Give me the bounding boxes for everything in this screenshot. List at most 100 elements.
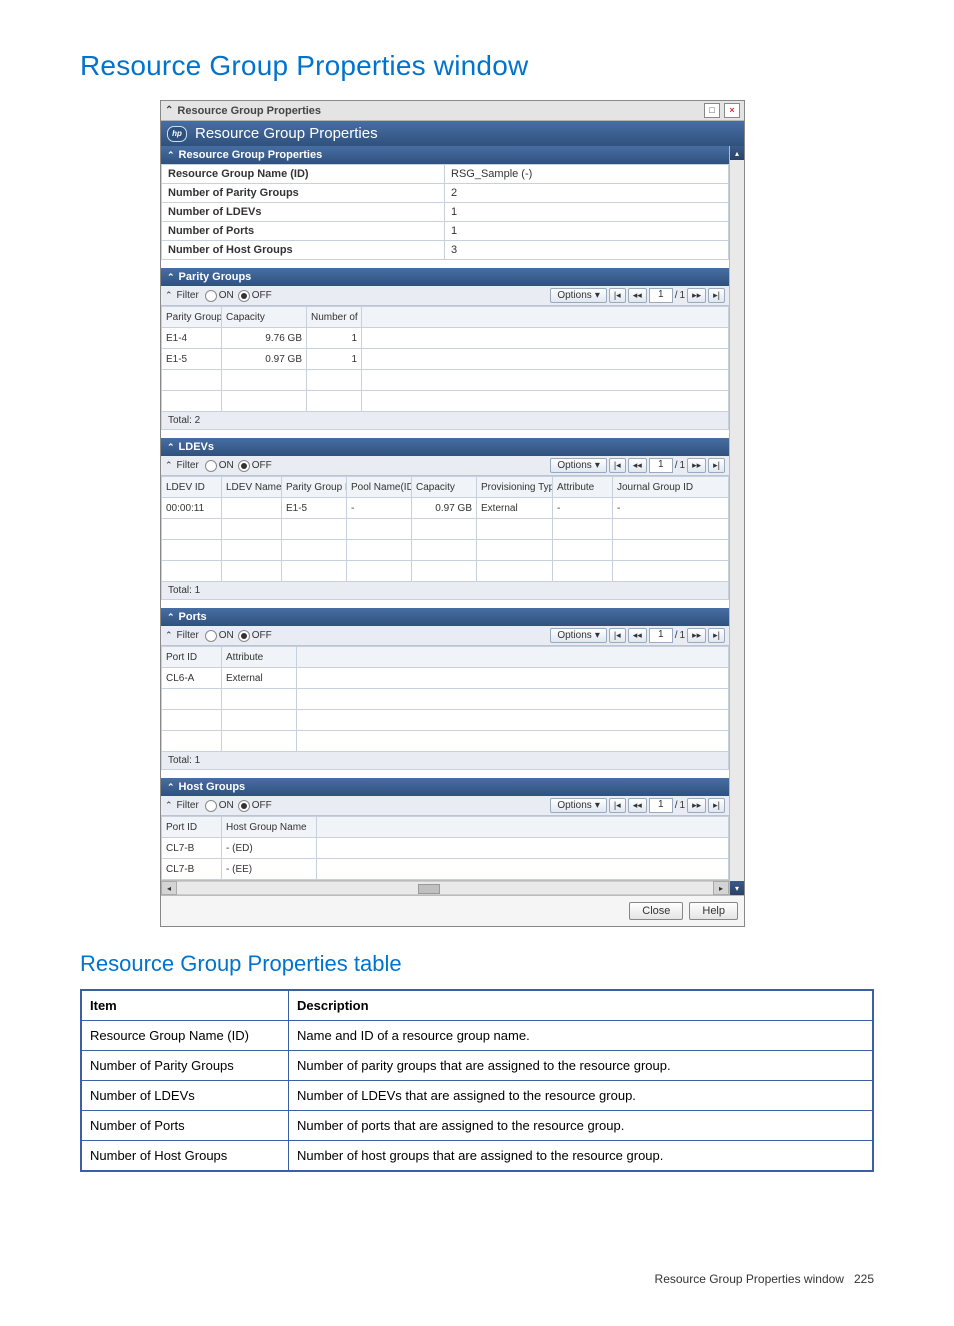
page-first-button[interactable]: |◂	[609, 288, 626, 303]
close-button[interactable]: Close	[629, 902, 683, 920]
filter-off-radio[interactable]: OFF	[238, 800, 272, 812]
page-first-button[interactable]: |◂	[609, 798, 626, 813]
col-header[interactable]: Port ID	[162, 817, 222, 838]
table-row[interactable]: 00:00:11E1-5-0.97 GBExternal--	[162, 498, 729, 519]
panel-title: Resource Group Properties	[195, 125, 378, 142]
filter-on-radio[interactable]: ON	[205, 630, 234, 642]
col-header[interactable]: Port ID	[162, 647, 222, 668]
filter-off-radio[interactable]: OFF	[238, 630, 272, 642]
page-next-button[interactable]: ▸▸	[687, 628, 706, 643]
table-row[interactable]: CL6-AExternal	[162, 668, 729, 689]
scroll-right-icon[interactable]: ▸	[713, 881, 729, 895]
collapse-icon[interactable]: ⌃	[165, 800, 173, 811]
page-prev-button[interactable]: ◂◂	[628, 798, 647, 813]
parity-groups-table: Parity Group IDCapacityNumber of LDEVs E…	[161, 306, 729, 412]
page-last-button[interactable]: ▸|	[708, 628, 725, 643]
table-row[interactable]: E1-49.76 GB1	[162, 328, 729, 349]
table-row[interactable]: CL7-B- (ED)	[162, 838, 729, 859]
filter-off-radio[interactable]: OFF	[238, 460, 272, 472]
radio-label: ON	[219, 460, 234, 471]
collapse-icon[interactable]: ⌃	[165, 630, 173, 641]
col-header[interactable]: Provisioning Type	[477, 477, 553, 498]
page-first-button[interactable]: |◂	[609, 628, 626, 643]
cell: Number of Host Groups	[81, 1141, 289, 1172]
cell: 0.97 GB	[222, 349, 307, 370]
collapse-icon[interactable]: ⌃	[165, 290, 173, 301]
horizontal-scrollbar[interactable]: ◂ ▸	[161, 880, 729, 895]
page-next-button[interactable]: ▸▸	[687, 288, 706, 303]
scroll-down-icon[interactable]: ▾	[730, 881, 744, 895]
section-header-ports[interactable]: ⌃Ports	[161, 608, 729, 626]
page-last-button[interactable]: ▸|	[708, 458, 725, 473]
collapse-icon[interactable]: ⌃	[165, 460, 173, 471]
page-sep: /	[675, 290, 678, 301]
page-current-input[interactable]: 1	[649, 288, 673, 303]
cell: Number of LDEVs	[81, 1081, 289, 1111]
collapse-icon[interactable]: ⌃	[165, 105, 173, 116]
scroll-up-icon[interactable]: ▴	[730, 146, 744, 160]
page-last-button[interactable]: ▸|	[708, 288, 725, 303]
page-next-button[interactable]: ▸▸	[687, 798, 706, 813]
table-row[interactable]: CL7-B- (EE)	[162, 859, 729, 880]
cell: E1-4	[162, 328, 222, 349]
col-header[interactable]: Host Group Name	[222, 817, 317, 838]
page-current-input[interactable]: 1	[649, 628, 673, 643]
options-button[interactable]: Options▾	[550, 288, 607, 303]
col-header[interactable]: Capacity	[412, 477, 477, 498]
help-button[interactable]: Help	[689, 902, 738, 920]
scroll-handle[interactable]	[418, 884, 440, 894]
filter-on-radio[interactable]: ON	[205, 290, 234, 302]
col-header[interactable]: Journal Group ID	[613, 477, 729, 498]
col-header[interactable]: Attribute	[553, 477, 613, 498]
section-header-properties[interactable]: ⌃ Resource Group Properties	[161, 146, 729, 164]
page-current-input[interactable]: 1	[649, 458, 673, 473]
maximize-button[interactable]: □	[704, 103, 720, 118]
table-row	[162, 561, 729, 582]
section-header-ldevs[interactable]: ⌃LDEVs	[161, 438, 729, 456]
scroll-track[interactable]	[177, 881, 713, 895]
section-header-hostgroups[interactable]: ⌃Host Groups	[161, 778, 729, 796]
cell: CL6-A	[162, 668, 222, 689]
table-row[interactable]: E1-50.97 GB1	[162, 349, 729, 370]
col-header[interactable]: Parity Group ID	[282, 477, 347, 498]
vertical-scrollbar[interactable]: ▴ ▾	[729, 146, 744, 895]
col-header: Item	[81, 990, 289, 1021]
filter-on-radio[interactable]: ON	[205, 460, 234, 472]
filter-on-radio[interactable]: ON	[205, 800, 234, 812]
radio-icon	[238, 290, 250, 302]
chevron-down-icon: ▾	[595, 800, 600, 811]
page-prev-button[interactable]: ◂◂	[628, 628, 647, 643]
page-number: 225	[854, 1272, 874, 1286]
col-header[interactable]: Pool Name(ID)	[347, 477, 412, 498]
col-header[interactable]: Attribute	[222, 647, 297, 668]
table-row: Resource Group Name (ID)Name and ID of a…	[81, 1021, 873, 1051]
options-button[interactable]: Options▾	[550, 798, 607, 813]
options-button[interactable]: Options▾	[550, 458, 607, 473]
prop-value: 1	[445, 222, 729, 241]
filter-off-radio[interactable]: OFF	[238, 290, 272, 302]
filter-label: Filter	[177, 800, 199, 811]
app-window: ⌃ Resource Group Properties □ × Resource…	[160, 100, 745, 927]
col-header[interactable]: Number of LDEVs	[307, 307, 362, 328]
table-row	[162, 731, 729, 752]
page-prev-button[interactable]: ◂◂	[628, 288, 647, 303]
col-header[interactable]: LDEV ID	[162, 477, 222, 498]
section-header-parity[interactable]: ⌃Parity Groups	[161, 268, 729, 286]
col-header[interactable]: Capacity	[222, 307, 307, 328]
page-next-button[interactable]: ▸▸	[687, 458, 706, 473]
close-icon[interactable]: ×	[724, 103, 740, 118]
collapse-icon: ⌃	[167, 782, 175, 793]
page-current-input[interactable]: 1	[649, 798, 673, 813]
col-header[interactable]: Parity Group ID	[162, 307, 222, 328]
page-first-button[interactable]: |◂	[609, 458, 626, 473]
footer-text: Resource Group Properties window	[655, 1272, 844, 1286]
scroll-left-icon[interactable]: ◂	[161, 881, 177, 895]
col-header[interactable]: LDEV Name	[222, 477, 282, 498]
radio-icon	[238, 460, 250, 472]
scroll-track[interactable]	[730, 160, 744, 881]
cell: Number of LDEVs that are assigned to the…	[289, 1081, 874, 1111]
options-button[interactable]: Options▾	[550, 628, 607, 643]
page-last-button[interactable]: ▸|	[708, 798, 725, 813]
window-titlebar: ⌃ Resource Group Properties □ ×	[161, 101, 744, 121]
page-prev-button[interactable]: ◂◂	[628, 458, 647, 473]
